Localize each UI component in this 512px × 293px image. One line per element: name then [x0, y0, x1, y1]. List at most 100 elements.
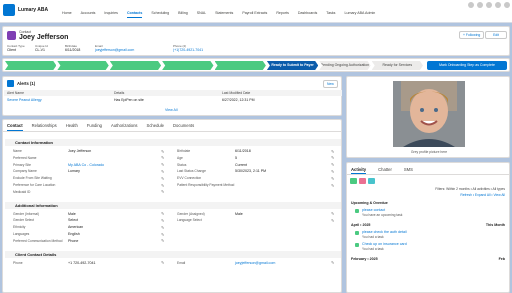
global-nav: Lumary ABA Home Accounts Inquiries Contacts… [0, 0, 512, 23]
help-icon[interactable] [477, 2, 483, 8]
edit-pencil-icon[interactable]: ✎ [161, 169, 164, 174]
edit-pencil-icon[interactable]: ✎ [161, 238, 164, 243]
field-label: Gender (Assigned) [177, 211, 205, 216]
nav-tab-contacts[interactable]: Contacts [126, 11, 143, 18]
edit-pencil-icon[interactable]: ✎ [331, 211, 334, 216]
edit-pencil-icon[interactable]: ✎ [331, 149, 334, 154]
path-stage[interactable] [214, 61, 266, 70]
section-header-contact-details[interactable]: Client Contact Details [5, 250, 341, 258]
path-stage[interactable]: Ready for Services [371, 61, 423, 70]
tab-relationships[interactable]: Relationships [32, 123, 57, 131]
timeline-section-title[interactable]: Upcoming & Overdue [351, 201, 388, 205]
activity-tab-chatter[interactable]: Chatter [378, 167, 392, 174]
tabs-divider [3, 131, 341, 132]
col-last-modified: Last Modified Date [222, 91, 251, 95]
edit-pencil-icon[interactable]: ✎ [331, 260, 334, 265]
alerts-view-all-link[interactable]: View All [165, 108, 178, 112]
edit-pencil-icon[interactable]: ✎ [161, 149, 164, 154]
new-task-icon[interactable] [350, 178, 357, 184]
header-field-value[interactable]: (+1)720-4921-7041 [173, 48, 203, 52]
field-label: Exclude From Site Waiting [13, 176, 52, 181]
nav-tab-accounts[interactable]: Accounts [81, 11, 96, 18]
new-event-icon[interactable] [359, 178, 366, 184]
favorites-icon[interactable] [468, 2, 474, 8]
task-title[interactable]: please contact [362, 208, 385, 212]
edit-pencil-icon[interactable]: ✎ [161, 189, 164, 194]
tab-contact[interactable]: Contact [7, 123, 23, 131]
field-label: EVV Connection [177, 176, 202, 181]
edit-pencil-icon[interactable]: ✎ [161, 225, 164, 230]
tab-authorizations[interactable]: Authorizations [111, 123, 138, 131]
nav-tab-dashboards[interactable]: Dashboards [298, 11, 317, 18]
activity-tab-sms[interactable]: SMS [404, 167, 413, 174]
nav-tab-payroll-extracts[interactable]: Payroll Extracts [242, 11, 267, 18]
nav-tab-tasks[interactable]: Tasks [326, 11, 335, 18]
col-details: Details [114, 91, 125, 95]
field-value[interactable]: My ABA Co - Colorado [68, 163, 104, 167]
avatar[interactable] [504, 2, 510, 8]
edit-pencil-icon[interactable]: ✎ [331, 183, 334, 188]
edit-pencil-icon[interactable]: ✎ [161, 260, 164, 265]
follow-button[interactable]: + Following [459, 31, 485, 39]
path-stage[interactable]: Ready to Submit to Payer [266, 61, 319, 70]
task-title[interactable]: please check the auth detail [362, 230, 407, 234]
timeline-section-title[interactable]: February • 2025 [351, 257, 378, 261]
notification-icon[interactable] [495, 2, 501, 8]
table-row: Severe Peanut Allergy Has EpiPen on site… [4, 97, 342, 103]
log-call-icon[interactable] [368, 178, 375, 184]
nav-tab-reports[interactable]: Reports [276, 11, 289, 18]
nav-tabs: Home Accounts Inquiries Contacts Scheduling B… [62, 11, 375, 18]
nav-tab-lumary-aba-admin[interactable]: Lumary ABA Admin [344, 11, 375, 18]
field-value: English [68, 232, 80, 236]
path-stage[interactable] [162, 61, 214, 70]
contact-icon [7, 31, 16, 40]
tab-health[interactable]: Health [66, 123, 78, 131]
edit-pencil-icon[interactable]: ✎ [331, 162, 334, 167]
mark-complete-button[interactable]: Mark Onboarding Step as Complete [427, 61, 507, 70]
path-stage[interactable] [109, 61, 162, 70]
nav-tab-snal[interactable]: SNAL [197, 11, 206, 18]
edit-pencil-icon[interactable]: ✎ [161, 183, 164, 188]
setup-icon[interactable] [486, 2, 492, 8]
edit-pencil-icon[interactable]: ✎ [161, 218, 164, 223]
section-header-additional[interactable]: Additional Information [5, 201, 341, 209]
activity-filters: Filters: Within 2 months • All activitie… [435, 187, 505, 191]
activity-quick-actions [350, 178, 375, 184]
path-stage[interactable] [57, 61, 109, 70]
field-label: Patient Responsibility Payment Method [177, 183, 235, 187]
new-alert-button[interactable]: New [323, 80, 338, 88]
edit-button[interactable]: Edit [485, 31, 507, 39]
edit-pencil-icon[interactable]: ✎ [331, 218, 334, 223]
edit-pencil-icon[interactable]: ✎ [161, 211, 164, 216]
alert-name-link[interactable]: Severe Peanut Allergy [7, 98, 42, 102]
edit-pencil-icon[interactable]: ✎ [161, 176, 164, 181]
tab-schedule[interactable]: Schedule [147, 123, 164, 131]
edit-pencil-icon[interactable]: ✎ [331, 169, 334, 174]
app-launcher-icon[interactable] [3, 4, 15, 16]
tab-funding[interactable]: Funding [87, 123, 102, 131]
field-label: Preferred Communication Method [13, 238, 63, 243]
field-label: Ethnicity [13, 225, 26, 230]
field-label: Company Name [13, 169, 37, 174]
edit-pencil-icon[interactable]: ✎ [161, 155, 164, 160]
nav-tab-scheduling[interactable]: Scheduling [151, 11, 169, 18]
nav-tab-billing[interactable]: Billing [178, 11, 188, 18]
edit-pencil-icon[interactable]: ✎ [331, 176, 334, 181]
edit-pencil-icon[interactable]: ✎ [161, 232, 164, 237]
nav-tab-statements[interactable]: Statements [215, 11, 233, 18]
section-header-contact-info[interactable]: Contact Information [5, 139, 341, 146]
activity-tab-activity[interactable]: Activity [351, 167, 367, 174]
timeline-section-title[interactable]: April • 2025 [351, 223, 370, 227]
nav-tab-inquiries[interactable]: Inquiries [104, 11, 118, 18]
nav-tab-home[interactable]: Home [62, 11, 72, 18]
activity-links[interactable]: Refresh • Expand All • View All [460, 193, 505, 197]
path-stage[interactable] [5, 61, 57, 70]
edit-pencil-icon[interactable]: ✎ [331, 155, 334, 160]
header-field-value[interactable]: joeyjefferson@gmail.com [95, 48, 134, 52]
task-title[interactable]: Check up on insurance card [362, 242, 407, 246]
tab-documents[interactable]: Documents [173, 123, 194, 131]
field-label: Birthdate [177, 149, 191, 153]
path-stage[interactable]: Pending Ongoing Authorization [319, 61, 371, 70]
field-value[interactable]: joeyjefferson@gmail.com [235, 261, 275, 265]
edit-pencil-icon[interactable]: ✎ [161, 162, 164, 167]
